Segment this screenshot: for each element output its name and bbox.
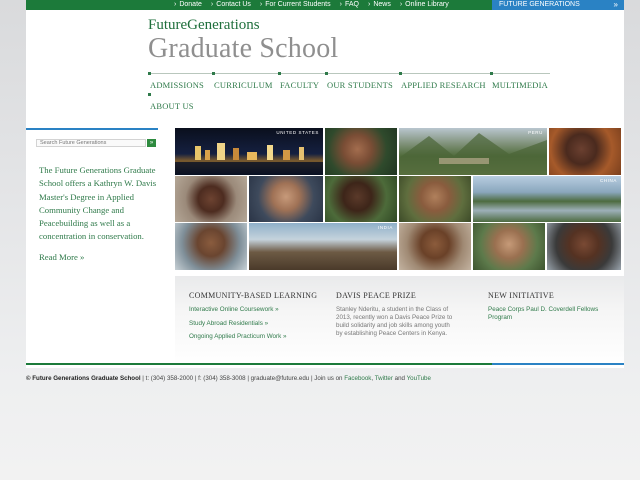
learning-heading: COMMUNITY-BASED LEARNING [189,291,318,300]
search-button[interactable]: » [147,139,156,147]
prize-text-line: 2013, recently won a Davis Peace Prize t… [336,314,453,321]
twitter-link[interactable]: Twitter [375,375,393,382]
fellows-program-link-cont[interactable]: Program [488,314,512,321]
photo-student-8[interactable] [399,223,471,270]
photo-student-5[interactable] [325,176,397,222]
prize-text-line: Stanley Nderitu, a student in the Class … [336,306,449,313]
facebook-link[interactable]: Facebook [344,375,371,382]
photo-china-river[interactable]: CHINA [473,176,621,222]
prize-text-line: build solidarity and job skills among yo… [336,322,450,329]
photo-peru-mountains[interactable]: PERU [399,128,547,175]
photo-student-6[interactable] [399,176,471,222]
nav-applied-research[interactable]: APPLIED RESEARCH [399,72,490,95]
footer-divider-blue [492,363,624,365]
main-navigation: ADMISSIONS CURRICULUM FACULTY OUR STUDEN… [148,72,550,117]
photo-label: CHINA [599,178,617,183]
footer: © Future Generations Graduate School | t… [26,375,431,382]
photo-label: PERU [528,130,543,135]
fellows-program-link[interactable]: Peace Corps Paul D. Coverdell Fellows [488,306,598,313]
news-link[interactable]: › News [368,0,391,10]
intro-text: The Future Generations Graduate School o… [39,165,157,242]
online-coursework-link[interactable]: Interactive Online Coursework » [189,306,279,313]
nav-curriculum[interactable]: CURRICULUM [212,72,278,95]
future-generations-tab[interactable]: FUTURE GENERATIONS » [492,0,624,10]
photo-united-states-skyline[interactable]: UNITED STATES [175,128,323,175]
photo-student-3[interactable] [175,176,247,222]
sidebar-divider [26,128,158,130]
footer-contact: | t: (304) 358-2000 | f: (304) 358-3008 … [140,375,345,382]
prize-heading: DAVIS PEACE PRIZE [336,291,417,300]
double-chevron-icon: » [613,0,618,9]
footer-divider-green [26,363,492,365]
photo-label: INDIA [377,225,393,230]
practicum-link[interactable]: Ongoing Applied Practicum Work » [189,333,287,340]
prize-text-line: by establishing Peace Centers in Kenya. [336,330,448,337]
faq-link[interactable]: › FAQ [340,0,359,10]
photo-label: UNITED STATES [276,130,319,135]
photo-mosaic: UNITED STATES PERU CHINA INDIA [175,128,621,271]
donate-link[interactable]: › Donate [174,0,202,10]
initiative-heading: NEW INITIATIVE [488,291,555,300]
photo-student-9[interactable] [473,223,545,270]
study-abroad-link[interactable]: Study Abroad Residentials » [189,320,268,327]
photo-student-2[interactable] [549,128,621,175]
footer-separator: and [392,375,407,382]
photo-student-1[interactable] [325,128,397,175]
logo-school-name[interactable]: Graduate School [148,33,338,65]
mountain-image [399,133,547,175]
online-library-link[interactable]: › Online Library [400,0,449,10]
photo-student-4[interactable] [249,176,323,222]
youtube-link[interactable]: YouTube [407,375,431,382]
city-skyline-image [175,143,323,175]
photo-india-village[interactable]: INDIA [249,223,397,270]
contact-us-link[interactable]: › Contact Us [211,0,251,10]
utility-nav: › Donate › Contact Us › For Current Student… [174,0,449,10]
nav-multimedia[interactable]: MULTIMEDIA [490,72,550,95]
nav-faculty[interactable]: FACULTY [278,72,325,95]
search-input[interactable]: Search Future Generations [36,139,146,147]
nav-about-us[interactable]: ABOUT US [148,93,212,117]
footer-copyright: © Future Generations Graduate School [26,375,141,382]
nav-our-students[interactable]: OUR STUDENTS [325,72,399,95]
current-students-link[interactable]: › For Current Students [260,0,331,10]
read-more-link[interactable]: Read More » [39,252,84,262]
logo-organization[interactable]: FutureGenerations [148,17,260,34]
photo-student-7[interactable] [175,223,247,270]
nav-admissions[interactable]: ADMISSIONS [148,72,212,95]
top-bar: › Donate › Contact Us › For Current Student… [26,0,624,10]
photo-student-10[interactable] [547,223,621,270]
